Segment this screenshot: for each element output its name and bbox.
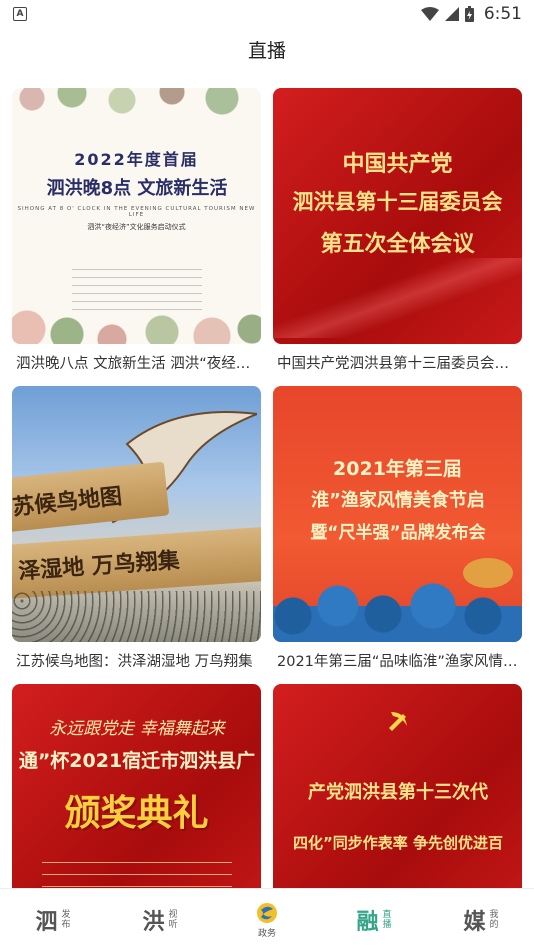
nav-sub-label: 视 听 — [169, 910, 178, 930]
notification-a-icon: A — [13, 7, 27, 21]
clock: 6:51 — [483, 4, 522, 24]
thumb-title-line: 四化”同步作表率 争先创优进百 — [292, 834, 504, 852]
battery-icon — [464, 6, 474, 22]
video-thumbnail[interactable]: 2022年度首届 泗洪晚8点 文旅新生活 SIHONG AT 8 O' CLOC… — [12, 88, 261, 344]
page-title: 直播 — [247, 40, 286, 62]
thumb-title-line: 泗洪晚8点 文旅新生活 — [46, 178, 228, 199]
ribbon-decoration — [273, 258, 522, 338]
bottom-nav: 泗 发 布 洪 视 听 政务 融 直 播 媒 我 的 — [0, 888, 534, 951]
nav-sub-char: 布 — [61, 920, 71, 930]
nav-item-zhengwu[interactable]: 政务 — [214, 889, 320, 951]
wifi-icon — [420, 7, 439, 21]
thumb-title-line: 2022年度首届 — [74, 150, 199, 169]
rong-icon: 融 — [356, 910, 379, 935]
bird-flock — [12, 591, 261, 642]
nav-sub-char: 听 — [168, 920, 178, 930]
nav-sub-char: 发 — [61, 910, 71, 920]
thumb-title-line: 泗洪县第十三届委员会 — [292, 190, 503, 214]
thumb-slogan: 永远跟党走 幸福舞起来 — [49, 719, 225, 739]
signal-icon — [444, 7, 459, 21]
nav-sub-char: 播 — [382, 920, 392, 930]
mei-icon: 媒 — [463, 910, 486, 935]
nav-sub-label: 发 布 — [62, 910, 71, 930]
thumb-title-line: 通”杯2021宿迁市泗洪县广 — [18, 750, 256, 772]
party-emblem-icon — [389, 712, 407, 731]
nav-sub-char: 直 — [382, 910, 392, 920]
thumb-title-line: 2021年第三届 — [333, 458, 462, 480]
thumb-subtitle-en: SIHONG AT 8 O' CLOCK IN THE EVENING CULT… — [17, 206, 256, 218]
thumb-title-line: 淮”渔家风情美食节启 — [311, 490, 485, 511]
status-icons: 6:51 — [420, 4, 522, 24]
nav-sub-char: 视 — [168, 910, 178, 920]
nav-item-mei-wode[interactable]: 媒 我 的 — [428, 889, 534, 951]
video-thumbnail[interactable]: 苏候鸟地图 泽湿地 万鸟翔集 — [12, 386, 261, 642]
thumb-subtitle: 泗洪“夜经济”文化服务启动仪式 — [87, 223, 186, 231]
nav-item-rong-zhibo[interactable]: 融 直 播 — [321, 889, 427, 951]
nav-item-si-fabu[interactable]: 泗 发 布 — [0, 889, 106, 951]
video-card[interactable]: 中国共产党 泗洪县第十三届委员会 第五次全体会议 中国共产党泗洪县第十三届委员会… — [273, 88, 522, 372]
nav-item-hong-shiting[interactable]: 洪 视 听 — [107, 889, 213, 951]
video-caption[interactable]: 泗洪晚八点 文旅新生活 泗洪“夜经济”文化服务启动仪式 — [16, 352, 260, 373]
video-caption[interactable]: 江苏候鸟地图：洪泽湖湿地 万鸟翔集 — [16, 650, 260, 671]
nav-sub-char: 的 — [489, 920, 499, 930]
video-card[interactable]: 2022年度首届 泗洪晚8点 文旅新生活 SIHONG AT 8 O' CLOC… — [12, 88, 261, 372]
thumb-title-line: 第五次全体会议 — [320, 232, 475, 257]
flower-decoration — [12, 88, 261, 128]
wave-decoration — [273, 576, 522, 642]
video-caption[interactable]: 2021年第三届“品味临淮”渔家风情美食节启动仪式 — [277, 650, 521, 671]
thumb-title-line: 暨“尺半强”品牌发布会 — [310, 523, 486, 543]
nav-sub-label: 直 播 — [383, 910, 392, 930]
hong-icon: 洪 — [142, 910, 165, 935]
nav-sub-char: 我 — [489, 910, 499, 920]
nav-label: 政务 — [257, 929, 276, 939]
video-caption[interactable]: 中国共产党泗洪县第十三届委员会第五次全体会议 — [277, 352, 521, 373]
thumb-title-line: 产党泗洪县第十三次代 — [308, 782, 488, 803]
si-icon: 泗 — [35, 910, 58, 935]
nav-sub-label: 我 的 — [490, 910, 499, 930]
status-bar: A 6:51 — [0, 0, 534, 28]
video-card[interactable]: 2021年第三届 淮”渔家风情美食节启 暨“尺半强”品牌发布会 2021年第三届… — [273, 386, 522, 670]
video-thumbnail[interactable]: 2021年第三届 淮”渔家风情美食节启 暨“尺半强”品牌发布会 — [273, 386, 522, 642]
government-logo-icon — [257, 903, 277, 923]
thumb-title-line: 中国共产党 — [342, 152, 453, 177]
thumb-title-line: 颁奖典礼 — [64, 793, 209, 834]
video-thumbnail[interactable]: 中国共产党 泗洪县第十三届委员会 第五次全体会议 — [273, 88, 522, 344]
flower-decoration — [12, 284, 261, 344]
video-card[interactable]: 苏候鸟地图 泽湿地 万鸟翔集 江苏候鸟地图：洪泽湖湿地 万鸟翔集 — [12, 386, 261, 670]
